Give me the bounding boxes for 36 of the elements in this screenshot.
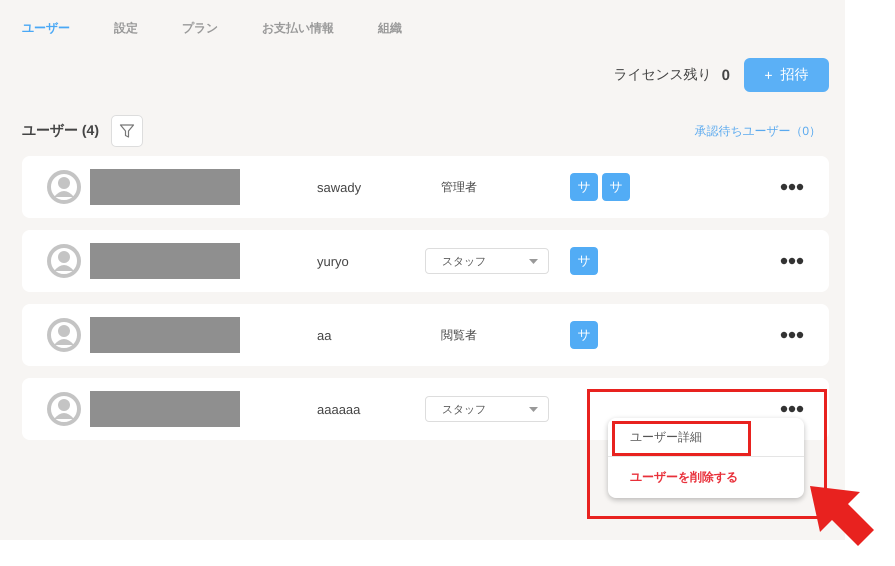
role-select[interactable]: スタッフ [425, 248, 549, 274]
pending-users-link[interactable]: 承認待ちユーザー（0） [694, 122, 821, 140]
username: aa [317, 328, 332, 342]
license-label: ライセンス残り [614, 66, 712, 84]
role-label: 管理者 [441, 178, 477, 196]
username: aaaaaa [317, 402, 360, 416]
username: yuryo [317, 254, 349, 268]
tab[interactable]: プラン [182, 20, 218, 36]
role-label: 閲覧者 [441, 326, 477, 344]
tab[interactable]: 設定 [114, 20, 138, 36]
badge: サ [570, 173, 598, 201]
more-icon[interactable] [780, 331, 804, 339]
caret-icon [529, 406, 538, 412]
badge: サ [570, 247, 598, 275]
tab[interactable]: ユーザー [22, 20, 70, 36]
avatar-icon [47, 318, 81, 352]
avatar-icon [47, 170, 81, 204]
tab[interactable]: 組織 [378, 20, 402, 36]
filter-icon [119, 123, 135, 139]
users-title: ユーザー (4) [22, 122, 99, 140]
license-count: 0 [722, 66, 730, 84]
badge: サ [602, 173, 630, 201]
more-icon[interactable] [780, 257, 804, 265]
more-icon[interactable] [780, 183, 804, 191]
invite-button[interactable]: + 招待 [744, 58, 829, 92]
avatar-icon [47, 244, 81, 278]
caret-icon [529, 258, 538, 264]
menu-item[interactable]: ユーザー詳細 [608, 418, 804, 456]
filter-button[interactable] [111, 115, 143, 147]
more-icon[interactable] [780, 405, 804, 413]
username: sawady [317, 180, 362, 194]
avatar-icon [47, 392, 81, 426]
badge: サ [570, 321, 598, 349]
tab[interactable]: お支払い情報 [262, 20, 334, 36]
role-select[interactable]: スタッフ [425, 396, 549, 422]
menu-item[interactable]: ユーザーを削除する [608, 456, 804, 498]
